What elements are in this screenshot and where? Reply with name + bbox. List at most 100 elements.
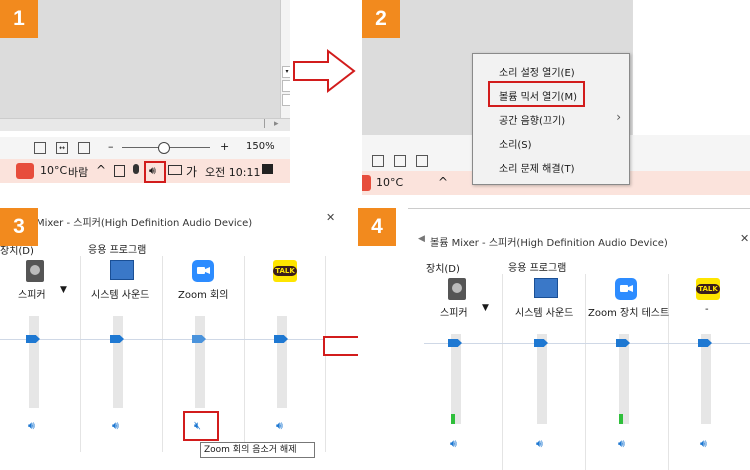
app-label: 시스템 사운드 (515, 308, 574, 319)
weather-temp[interactable]: 10°C (376, 176, 403, 189)
view-fit-icon[interactable]: ↔ (56, 142, 68, 154)
kakaotalk-icon: TALK (696, 278, 720, 300)
mute-button-icon[interactable]: 🔊︎ (450, 437, 457, 451)
display-icon[interactable] (168, 165, 182, 175)
app-canvas (0, 0, 280, 118)
tooltip-text: Zoom 회의 음소거 해제 (204, 445, 297, 455)
tooltip: Zoom 회의 음소거 해제 (200, 442, 315, 458)
device-header: 장치(D) (426, 264, 460, 275)
divider (244, 256, 245, 452)
divider (585, 274, 586, 470)
close-icon[interactable]: ✕ (740, 232, 749, 245)
divider (162, 256, 163, 452)
mute-button-icon[interactable]: 🔊︎ (700, 437, 707, 451)
clock[interactable]: 오전 10:11 (205, 164, 260, 180)
system-sounds-icon (534, 278, 558, 298)
volume-slider-track[interactable] (701, 334, 711, 424)
app-label: Zoom 장치 테스트 (588, 308, 670, 319)
device-dropdown-icon[interactable]: ▼ (60, 285, 67, 295)
view-page-icon[interactable] (416, 155, 428, 167)
volume-slider-track[interactable] (537, 334, 547, 424)
menu-item-sound-settings[interactable]: 소리 설정 열기(E) (473, 60, 629, 82)
mute-button-icon[interactable]: 🔊︎ (28, 419, 35, 433)
app-label: - (705, 304, 709, 315)
speaker-context-menu: 소리 설정 열기(E) 볼륨 믹서 열기(M) 공간 음향(끄기) › 소리(S… (472, 53, 630, 185)
mute-button-icon[interactable]: 🔊︎ (112, 419, 119, 433)
view-normal-icon[interactable] (34, 142, 46, 154)
mute-button-icon[interactable]: 🔊︎ (276, 419, 283, 433)
right-pane (632, 0, 750, 135)
network-icon[interactable] (114, 165, 125, 177)
zoom-icon (615, 278, 637, 300)
panel-1: 1 ▾ | ▸ ↔ – + 150% 10°C 바람 ^ 🔊︎ 가 오전 10:… (0, 0, 290, 183)
chevron-up-icon[interactable]: ^ (96, 163, 106, 177)
mute-button-icon[interactable]: 🔊︎ (536, 437, 543, 451)
volume-slider-track[interactable] (277, 316, 287, 408)
system-sounds-icon (110, 260, 134, 280)
microphone-icon[interactable] (133, 164, 139, 174)
menu-item-troubleshoot[interactable]: 소리 문제 해결(T) (473, 156, 629, 178)
device-dropdown-icon[interactable]: ▼ (482, 303, 489, 313)
volume-slider-track[interactable] (195, 316, 205, 408)
menu-item-sounds[interactable]: 소리(S) (473, 132, 629, 154)
weather-icon[interactable] (16, 163, 34, 179)
apps-header: 응용 프로그램 (508, 263, 567, 274)
level-guide (0, 339, 340, 340)
device-name[interactable]: 스피커 (440, 304, 468, 319)
zoom-icon (192, 260, 214, 282)
menu-item-spatial-sound[interactable]: 공간 음향(끄기) (473, 108, 629, 130)
step-badge-3: 3 (0, 208, 38, 246)
app-label: Zoom 회의 (178, 290, 229, 301)
device-name[interactable]: 스피커 (18, 286, 46, 301)
view-normal-icon[interactable] (372, 155, 384, 167)
volume-mixer-highlight (488, 81, 585, 107)
step-badge-1: 1 (0, 0, 38, 38)
kakaotalk-label: TALK (273, 266, 297, 276)
app-label: 시스템 사운드 (91, 290, 150, 301)
mute-button-icon[interactable]: 🔊︎ (618, 437, 625, 451)
arrow-1-to-2 (293, 48, 356, 94)
mixer-app-icon: ◀ (418, 234, 425, 244)
speaker-device-icon (26, 260, 44, 282)
speaker-device-icon (448, 278, 466, 300)
zoom-slider[interactable] (122, 142, 210, 154)
notification-icon[interactable] (262, 164, 273, 174)
panel-2: 2 10°C ^ 소리 설정 열기(E) 볼륨 믹서 열기(M) 공간 음향(끄… (362, 0, 750, 195)
panel-3: 3 Mixer - 스피커(High Definition Audio Devi… (0, 208, 340, 470)
zoom-in-button[interactable]: + (220, 140, 229, 153)
ime-indicator[interactable]: 가 (186, 163, 197, 180)
vertical-scrollbar[interactable]: ▾ (280, 0, 290, 118)
kakaotalk-icon: TALK (273, 260, 297, 282)
weather-temp[interactable]: 10°C (40, 164, 67, 177)
weather-text[interactable]: 바람 (68, 164, 88, 180)
kakaotalk-label: TALK (696, 284, 720, 294)
volume-slider-track[interactable] (451, 334, 461, 424)
zoom-slider-thumb[interactable] (158, 142, 170, 154)
speaker-highlight (144, 161, 166, 183)
chevron-right-icon: › (616, 110, 621, 124)
peak-meter (619, 414, 623, 424)
divider (502, 274, 503, 470)
close-icon[interactable]: ✕ (326, 211, 335, 224)
mixer-title: Mixer - 스피커(High Definition Audio Device… (36, 218, 253, 229)
unmute-highlight (183, 411, 219, 441)
divider (80, 256, 81, 452)
apps-header: 응용 프로그램 (88, 245, 147, 256)
step-badge-2: 2 (362, 0, 400, 38)
horizontal-scrollbar[interactable]: | ▸ (0, 118, 290, 131)
volume-slider-track[interactable] (619, 334, 629, 424)
status-bar: ↔ – + 150% (0, 137, 290, 159)
window-border (408, 208, 750, 209)
zoom-level: 150% (246, 141, 275, 152)
mixer-title: 볼륨 Mixer - 스피커(High Definition Audio Dev… (430, 238, 668, 249)
volume-slider-track[interactable] (113, 316, 123, 408)
view-page-icon[interactable] (78, 142, 90, 154)
chevron-up-icon[interactable]: ^ (438, 175, 448, 189)
step-badge-4: 4 (358, 208, 396, 246)
view-fit-icon[interactable] (394, 155, 406, 167)
zoom-out-button[interactable]: – (108, 140, 114, 153)
peak-meter (451, 414, 455, 424)
volume-slider-track[interactable] (29, 316, 39, 408)
weather-icon[interactable] (362, 175, 371, 191)
panel-4: 4 ◀ 볼륨 Mixer - 스피커(High Definition Audio… (358, 208, 750, 470)
